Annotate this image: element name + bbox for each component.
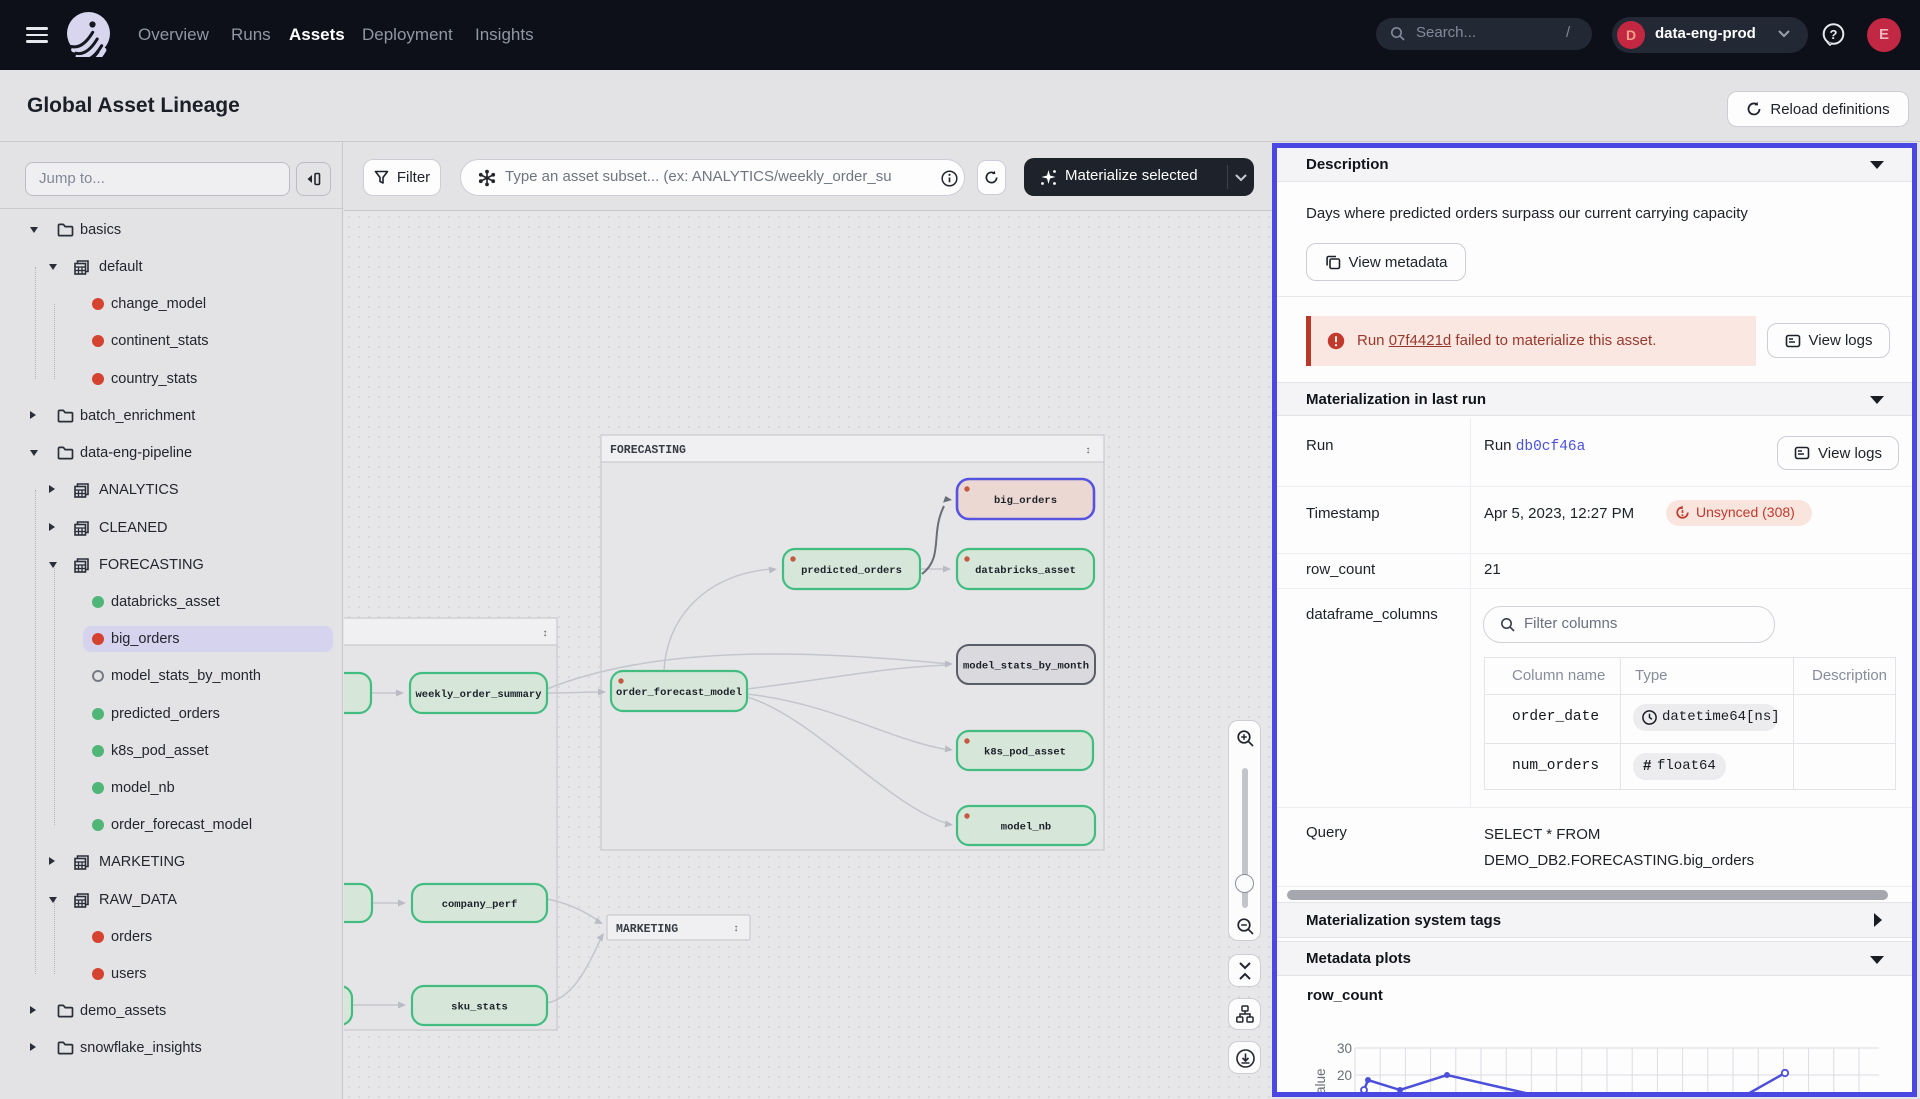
- svg-text:?: ?: [1830, 27, 1838, 42]
- svg-text:↕: ↕: [542, 629, 548, 640]
- svg-text:model_nb: model_nb: [1001, 822, 1051, 834]
- svg-text:order_forecast_model: order_forecast_model: [616, 687, 742, 699]
- svg-text:MARKETING: MARKETING: [616, 923, 678, 936]
- svg-text:weekly_order_summary: weekly_order_summary: [415, 689, 542, 701]
- svg-text:↕: ↕: [733, 924, 739, 935]
- svg-text:Value: Value: [1313, 1068, 1328, 1097]
- svg-text:sku_stats: sku_stats: [451, 1002, 508, 1014]
- svg-text:30: 30: [1337, 1041, 1352, 1056]
- svg-text:company_perf: company_perf: [442, 899, 518, 911]
- svg-text:big_orders: big_orders: [994, 495, 1057, 507]
- svg-text:↕: ↕: [1085, 446, 1091, 457]
- svg-text:predicted_orders: predicted_orders: [801, 565, 902, 577]
- svg-text:20: 20: [1337, 1068, 1352, 1083]
- svg-text:k8s_pod_asset: k8s_pod_asset: [984, 747, 1066, 759]
- svg-text:model_stats_by_month: model_stats_by_month: [963, 661, 1089, 673]
- svg-text:databricks_asset: databricks_asset: [975, 565, 1076, 577]
- svg-text:FORECASTING: FORECASTING: [610, 444, 686, 457]
- svg-text:10: 10: [1337, 1095, 1352, 1097]
